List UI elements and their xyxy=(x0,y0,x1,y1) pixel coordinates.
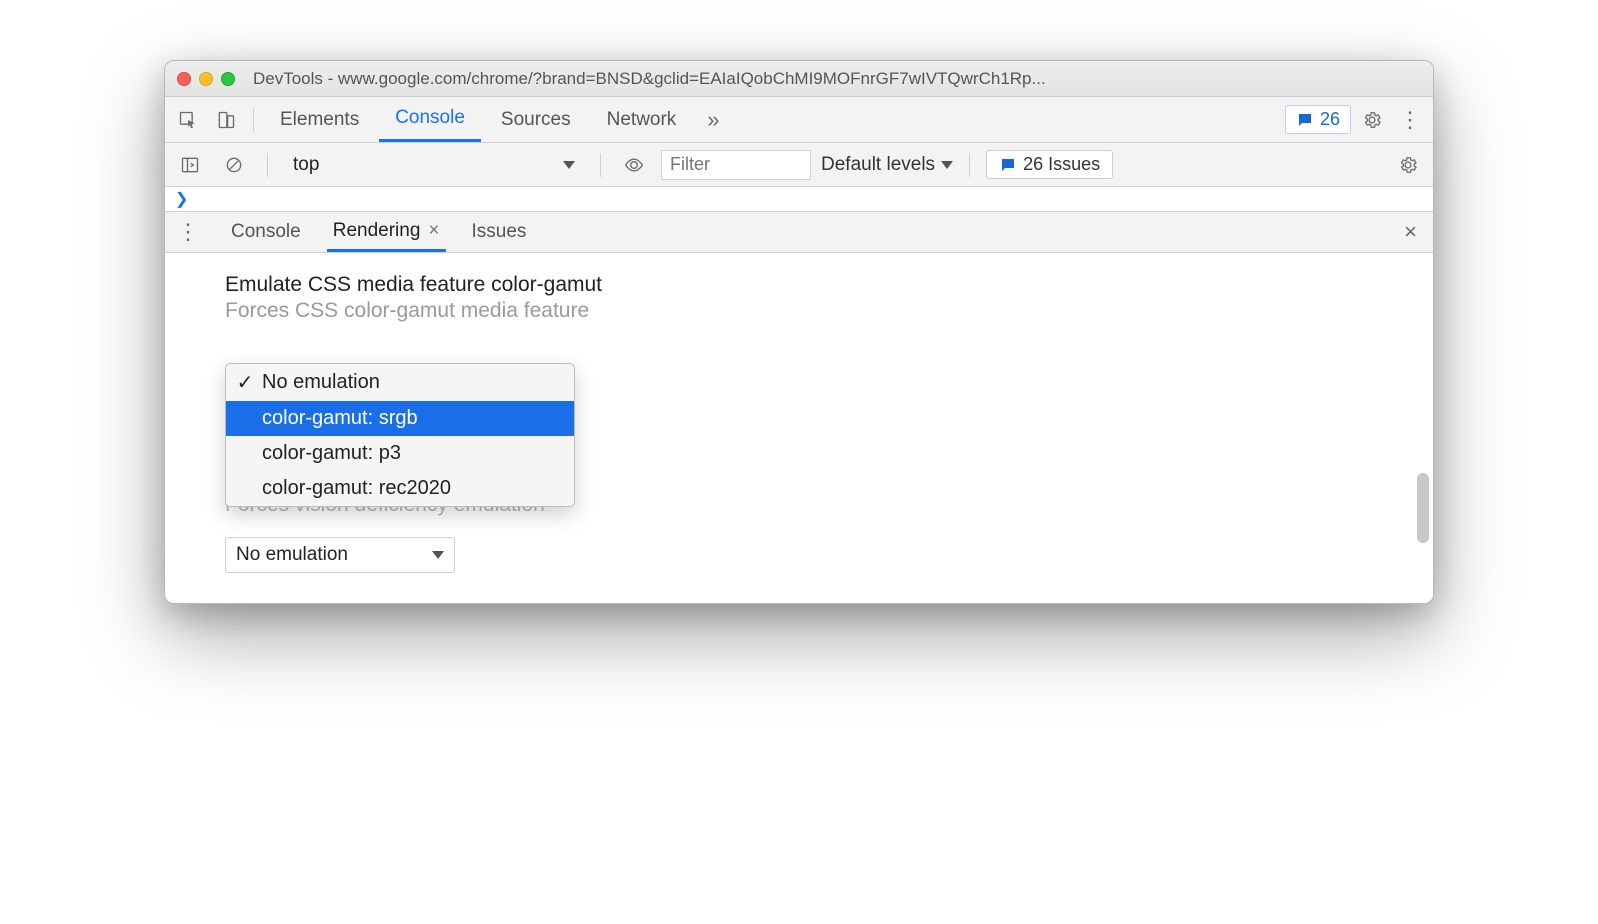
dropdown-option-rec2020[interactable]: color-gamut: rec2020 xyxy=(226,471,574,506)
log-levels-select[interactable]: Default levels xyxy=(821,154,953,176)
settings-gear-icon[interactable] xyxy=(1355,103,1389,137)
execution-context-select[interactable]: top xyxy=(284,151,584,179)
drawer-tab-console[interactable]: Console xyxy=(225,212,307,252)
issues-pill-label: 26 Issues xyxy=(1023,154,1100,175)
drawer-tab-bar: ⋮ Console Rendering × Issues × xyxy=(165,211,1433,253)
main-tab-bar: Elements Console Sources Network » 26 ⋮ xyxy=(165,97,1433,143)
scrollbar-thumb[interactable] xyxy=(1417,473,1429,543)
dropdown-option-label: color-gamut: srgb xyxy=(262,407,418,430)
close-tab-icon[interactable]: × xyxy=(428,220,439,242)
drawer-close-icon[interactable]: × xyxy=(1404,219,1417,245)
issues-pill[interactable]: 26 Issues xyxy=(986,150,1113,179)
drawer-kebab-icon[interactable]: ⋮ xyxy=(171,215,205,249)
vision-deficiency-select[interactable]: No emulation xyxy=(225,537,455,573)
device-toolbar-icon[interactable] xyxy=(209,103,243,137)
rendering-panel: Emulate CSS media feature color-gamut Fo… xyxy=(165,253,1433,603)
window-title: DevTools - www.google.com/chrome/?brand=… xyxy=(253,69,1046,89)
minimize-window-button[interactable] xyxy=(199,72,213,86)
issues-count: 26 xyxy=(1320,109,1340,130)
chevron-down-icon xyxy=(432,551,444,559)
devtools-window: DevTools - www.google.com/chrome/?brand=… xyxy=(164,60,1434,604)
tab-console[interactable]: Console xyxy=(379,97,481,142)
dropdown-option-label: color-gamut: p3 xyxy=(262,442,401,465)
color-gamut-section-desc: Forces CSS color-gamut media feature xyxy=(225,299,1393,323)
separator xyxy=(253,108,254,132)
dropdown-option-label: No emulation xyxy=(262,371,380,394)
log-levels-label: Default levels xyxy=(821,154,935,176)
color-gamut-dropdown[interactable]: ✓ No emulation color-gamut: srgb color-g… xyxy=(225,363,575,507)
vision-deficiency-value: No emulation xyxy=(236,544,348,566)
separator xyxy=(267,153,268,177)
close-window-button[interactable] xyxy=(177,72,191,86)
tab-network[interactable]: Network xyxy=(591,97,693,142)
kebab-menu-icon[interactable]: ⋮ xyxy=(1393,103,1427,137)
zoom-window-button[interactable] xyxy=(221,72,235,86)
console-settings-gear-icon[interactable] xyxy=(1391,148,1425,182)
dropdown-option-no-emulation[interactable]: ✓ No emulation xyxy=(226,364,574,401)
titlebar: DevTools - www.google.com/chrome/?brand=… xyxy=(165,61,1433,97)
inspect-element-icon[interactable] xyxy=(171,103,205,137)
color-gamut-section-title: Emulate CSS media feature color-gamut xyxy=(225,273,1393,297)
console-prompt[interactable]: ❯ xyxy=(165,187,1433,211)
console-filter-input[interactable] xyxy=(661,150,811,180)
execution-context-value: top xyxy=(293,154,319,176)
tab-sources[interactable]: Sources xyxy=(485,97,587,142)
separator xyxy=(969,153,970,177)
separator xyxy=(600,153,601,177)
dropdown-option-srgb[interactable]: color-gamut: srgb xyxy=(226,401,574,436)
dropdown-option-p3[interactable]: color-gamut: p3 xyxy=(226,436,574,471)
dropdown-option-label: color-gamut: rec2020 xyxy=(262,477,451,500)
tab-elements[interactable]: Elements xyxy=(264,97,375,142)
window-controls xyxy=(177,72,235,86)
drawer-tab-rendering[interactable]: Rendering × xyxy=(327,212,446,252)
more-tabs-icon[interactable]: » xyxy=(696,103,730,137)
live-expression-eye-icon[interactable] xyxy=(617,148,651,182)
check-icon: ✓ xyxy=(236,370,254,395)
console-sidebar-toggle-icon[interactable] xyxy=(173,148,207,182)
console-toolbar: top Default levels 26 Issues xyxy=(165,143,1433,187)
drawer-tab-rendering-label: Rendering xyxy=(333,220,421,242)
drawer-tab-issues[interactable]: Issues xyxy=(466,212,533,252)
clear-console-icon[interactable] xyxy=(217,148,251,182)
chevron-down-icon xyxy=(941,161,953,169)
chevron-down-icon xyxy=(563,161,575,169)
issues-chip[interactable]: 26 xyxy=(1285,105,1351,134)
